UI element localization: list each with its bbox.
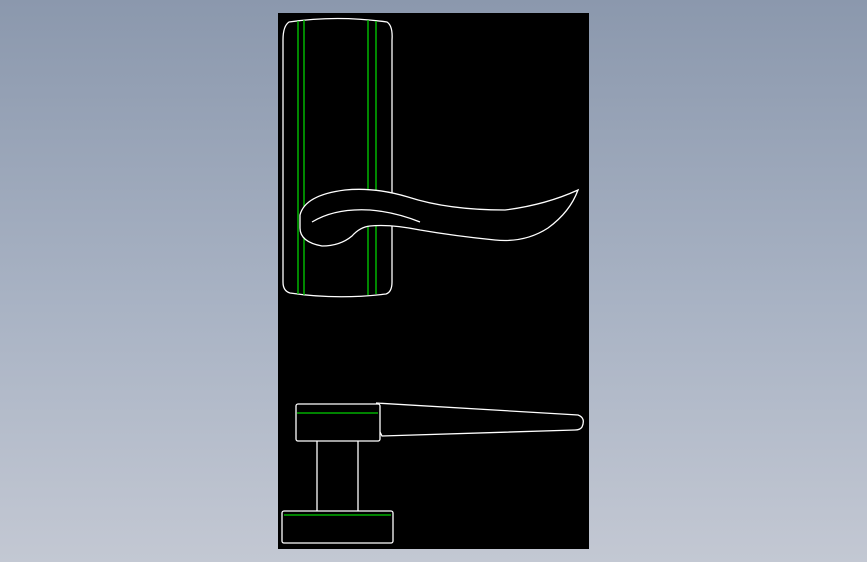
front-view xyxy=(282,17,580,298)
cad-window: { "drawing": { "background": "#000000", … xyxy=(0,0,867,562)
base-plate xyxy=(281,510,394,544)
lever-outline xyxy=(299,188,580,247)
rose-top xyxy=(295,403,381,442)
lever-handle-drawing xyxy=(281,17,584,544)
lever-arm-top xyxy=(375,402,584,437)
top-view xyxy=(281,402,584,544)
